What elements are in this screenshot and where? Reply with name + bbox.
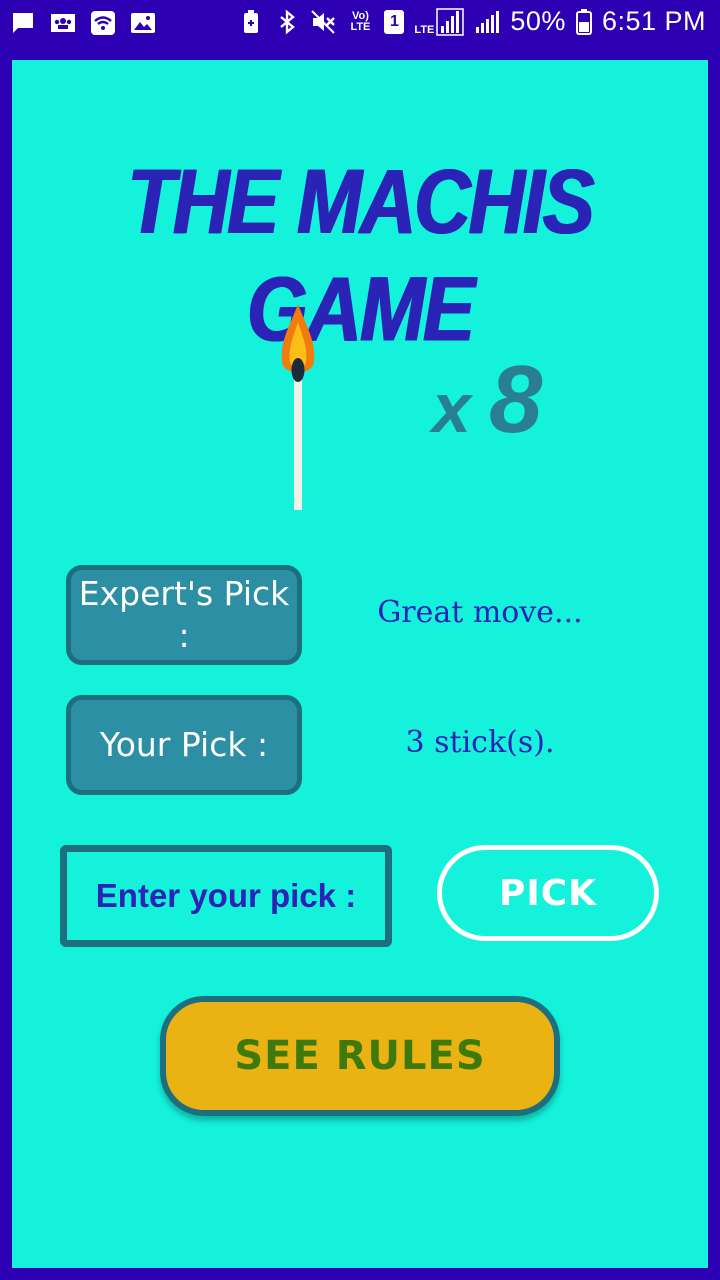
battery-percent: 50% <box>510 6 566 36</box>
count-value: 8 <box>488 346 543 453</box>
bluetooth-icon <box>280 8 296 35</box>
battery-icon <box>575 8 592 35</box>
game-title: THE MACHIS GAME <box>127 149 594 361</box>
pick-button[interactable]: PICK <box>437 845 659 941</box>
signal-icon <box>476 10 500 33</box>
expert-pick-label: Expert's Pick : <box>66 565 302 665</box>
volte-icon: Vo) LTE <box>350 9 371 33</box>
lte-signal-icon: LTE <box>414 7 465 36</box>
pick-input-placeholder: Enter your pick : <box>95 877 357 914</box>
mute-icon <box>311 9 336 34</box>
pick-button-label: PICK <box>498 872 598 914</box>
your-pick-message: 3 stick(s). <box>405 725 555 760</box>
pick-input[interactable]: Enter your pick : <box>60 845 392 947</box>
sticks-remaining: x8 <box>432 350 572 450</box>
your-pick-label: Your Pick : <box>66 695 302 795</box>
status-bar-left <box>10 10 156 36</box>
status-bar: Vo) LTE 1 LTE 50% 6:51 PM <box>0 0 720 50</box>
game-screen: THE MACHIS GAME x8 Expert's Pick : Great… <box>12 60 708 1268</box>
see-rules-button[interactable]: SEE RULES <box>160 996 560 1116</box>
expert-message: Great move... <box>377 595 583 630</box>
lte-bars-icon <box>436 7 465 36</box>
see-rules-button-label: SEE RULES <box>234 1033 486 1079</box>
battery-saver-icon <box>244 9 259 33</box>
clock: 6:51 PM <box>601 6 706 36</box>
image-icon <box>131 13 155 33</box>
your-pick-label-text: Your Pick : <box>99 725 269 764</box>
message-icon <box>13 13 33 33</box>
matchstick-icon <box>281 304 315 510</box>
expert-pick-label-text: Expert's Pick : <box>78 574 290 655</box>
sim-1-icon: 1 <box>384 9 405 34</box>
contacts-icon <box>51 14 75 32</box>
count-prefix: x <box>432 369 471 447</box>
status-bar-right: Vo) LTE 1 LTE 50% 6:51 PM <box>238 6 706 37</box>
sim-slot-number: 1 <box>389 12 399 30</box>
wifi-call-icon <box>91 11 115 35</box>
